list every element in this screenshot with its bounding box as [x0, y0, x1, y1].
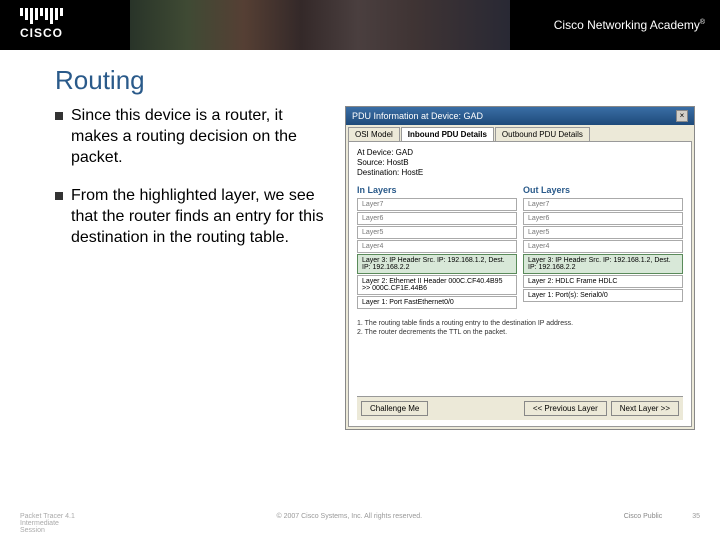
window-titlebar: PDU Information at Device: GAD × [346, 107, 694, 125]
slide-footer: Packet Tracer 4.1 Intermediate Session ©… [0, 513, 720, 534]
tab-osi-model[interactable]: OSI Model [348, 127, 400, 141]
header-photo-strip [130, 0, 510, 50]
out-layer5: Layer5 [523, 226, 683, 239]
challenge-button[interactable]: Challenge Me [361, 401, 428, 416]
close-icon[interactable]: × [676, 110, 688, 122]
out-layer7: Layer7 [523, 198, 683, 211]
in-layer6: Layer6 [357, 212, 517, 225]
footer-left: Packet Tracer 4.1 Intermediate Session [20, 513, 75, 534]
bullet-text: From the highlighted layer, we see that … [71, 186, 330, 248]
title-row: Routing [0, 50, 720, 106]
content-area: Since this device is a router, it makes … [0, 106, 720, 430]
prev-layer-button[interactable]: << Previous Layer [524, 401, 607, 416]
brand-text: CISCO [20, 26, 63, 40]
out-layers-header: Out Layers [523, 185, 683, 195]
tab-outbound[interactable]: Outbound PDU Details [495, 127, 590, 141]
footer-copyright: © 2007 Cisco Systems, Inc. All rights re… [276, 513, 422, 534]
pdu-button-row: Challenge Me << Previous Layer Next Laye… [357, 396, 683, 420]
info-source: Source: HostB [357, 158, 683, 167]
footer-classification: Cisco Public [624, 513, 663, 534]
note-line: 1. The routing table finds a routing ent… [357, 320, 683, 327]
page-number: 35 [692, 513, 700, 534]
info-device: At Device: GAD [357, 148, 683, 157]
routing-notes: 1. The routing table finds a routing ent… [357, 320, 683, 336]
note-line: 2. The router decrements the TTL on the … [357, 329, 683, 336]
out-layer3[interactable]: Layer 3: IP Header Src. IP: 192.168.1.2,… [523, 254, 683, 274]
text-column: Since this device is a router, it makes … [55, 106, 330, 430]
bullet-item: Since this device is a router, it makes … [55, 106, 330, 168]
in-layer1[interactable]: Layer 1: Port FastEthernet0/0 [357, 296, 517, 309]
in-layers-header: In Layers [357, 185, 517, 195]
footer-right: Cisco Public 35 [624, 513, 700, 534]
in-layer4: Layer4 [357, 240, 517, 253]
in-layer5: Layer5 [357, 226, 517, 239]
slide-header: CISCO Cisco Networking Academy® [0, 0, 720, 50]
out-layer4: Layer4 [523, 240, 683, 253]
out-layer6: Layer6 [523, 212, 683, 225]
in-layers-col: In Layers Layer7 Layer6 Layer5 Layer4 La… [357, 185, 517, 310]
bullet-icon [55, 192, 63, 200]
out-layer2[interactable]: Layer 2: HDLC Frame HDLC [523, 275, 683, 288]
screenshot-column: PDU Information at Device: GAD × OSI Mod… [345, 106, 695, 430]
window-title-text: PDU Information at Device: GAD [352, 111, 483, 121]
pdu-body: At Device: GAD Source: HostB Destination… [348, 141, 692, 427]
in-layer2[interactable]: Layer 2: Ethernet II Header 000C.CF40.4B… [357, 275, 517, 295]
in-layer3[interactable]: Layer 3: IP Header Src. IP: 192.168.1.2,… [357, 254, 517, 274]
cisco-logo: CISCO [20, 8, 63, 40]
layers-container: In Layers Layer7 Layer6 Layer5 Layer4 La… [357, 185, 683, 310]
in-layer7: Layer7 [357, 198, 517, 211]
bullet-text: Since this device is a router, it makes … [71, 106, 330, 168]
next-layer-button[interactable]: Next Layer >> [611, 401, 679, 416]
tab-strip: OSI Model Inbound PDU Details Outbound P… [346, 125, 694, 141]
out-layers-col: Out Layers Layer7 Layer6 Layer5 Layer4 L… [523, 185, 683, 310]
pdu-info-window: PDU Information at Device: GAD × OSI Mod… [345, 106, 695, 430]
tab-inbound[interactable]: Inbound PDU Details [401, 127, 494, 141]
academy-label: Cisco Networking Academy® [554, 18, 705, 32]
out-layer1[interactable]: Layer 1: Port(s): Serial0/0 [523, 289, 683, 302]
bullet-icon [55, 112, 63, 120]
slide-title: Routing [55, 65, 720, 96]
bullet-item: From the highlighted layer, we see that … [55, 186, 330, 248]
info-destination: Destination: HostE [357, 168, 683, 177]
